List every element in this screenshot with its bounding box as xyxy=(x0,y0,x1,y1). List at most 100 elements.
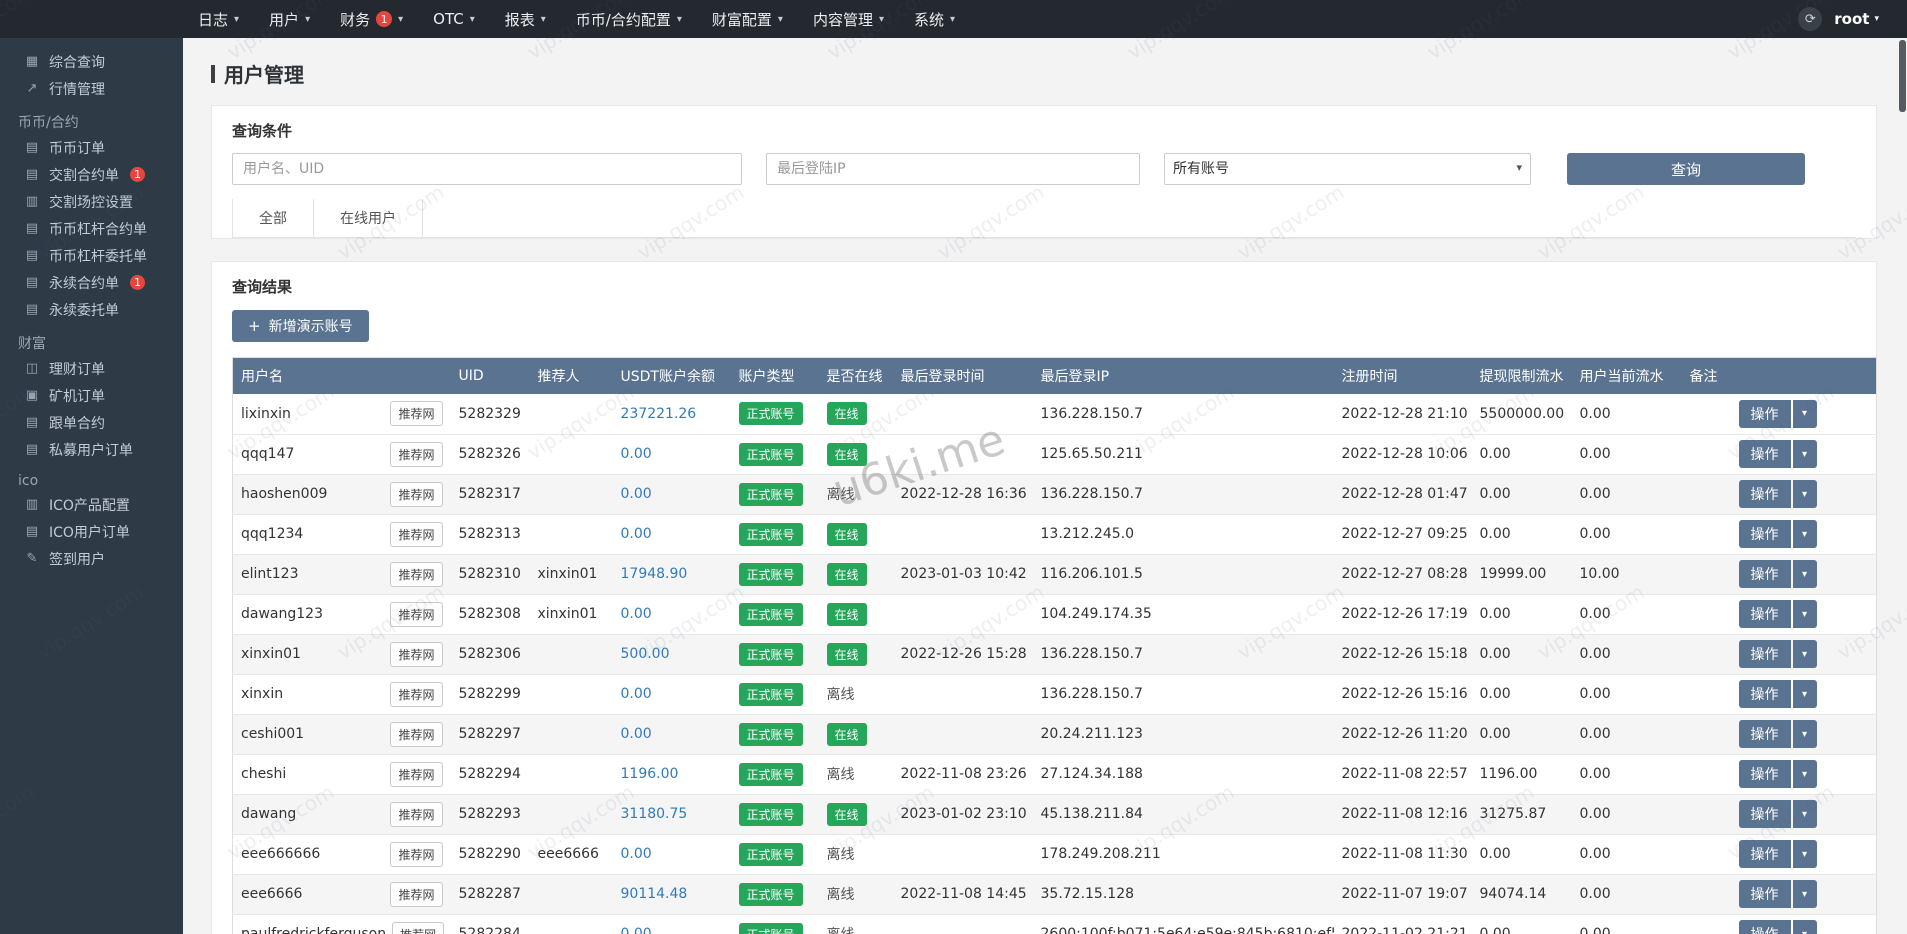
action-dropdown-button[interactable]: ▾ xyxy=(1792,920,1817,934)
account-type-select[interactable]: 所有账号 xyxy=(1164,153,1531,185)
filter-tab-all[interactable]: 全部 xyxy=(232,199,313,237)
nav-item-finance[interactable]: 财务 1 ▾ xyxy=(325,0,418,38)
action-button[interactable]: 操作 xyxy=(1738,399,1791,428)
action-dropdown-button[interactable]: ▾ xyxy=(1792,880,1817,908)
referral-badge-button[interactable]: 推荐网 xyxy=(390,521,443,547)
referral-badge-button[interactable]: 推荐网 xyxy=(390,481,443,507)
action-dropdown-button[interactable]: ▾ xyxy=(1792,800,1817,828)
action-button[interactable]: 操作 xyxy=(1738,440,1791,468)
action-dropdown-button[interactable]: ▾ xyxy=(1792,640,1817,668)
action-button[interactable]: 操作 xyxy=(1738,560,1791,588)
referral-badge-button[interactable]: 推荐网 xyxy=(390,401,443,427)
nav-item-users[interactable]: 用户 ▾ xyxy=(254,0,325,38)
action-button[interactable]: 操作 xyxy=(1738,520,1791,548)
sidebar-item-leverage-entrust-orders[interactable]: ▤ 币币杠杆委托单 xyxy=(0,242,183,269)
usdt-balance-link[interactable]: 0.00 xyxy=(621,726,652,742)
sidebar-item-delivery-contract-orders[interactable]: ▤ 交割合约单 1 xyxy=(0,161,183,188)
usdt-balance-link[interactable]: 0.00 xyxy=(621,486,652,502)
refresh-icon: ⟳ xyxy=(1804,11,1816,27)
table-row: xinxin 推荐网 5282299 0.00 正式账号 离线 136.228.… xyxy=(232,674,1877,715)
action-button[interactable]: 操作 xyxy=(1738,640,1791,668)
nav-item-system[interactable]: 系统 ▾ xyxy=(899,0,970,38)
action-button[interactable]: 操作 xyxy=(1738,920,1791,934)
action-dropdown-button[interactable]: ▾ xyxy=(1792,399,1817,428)
action-dropdown-button[interactable]: ▾ xyxy=(1792,760,1817,788)
nav-item-content-management[interactable]: 内容管理 ▾ xyxy=(798,0,899,38)
sidebar-item-miner-orders[interactable]: ▣ 矿机订单 xyxy=(0,382,183,409)
usdt-balance-link[interactable]: 500.00 xyxy=(621,646,670,662)
action-button[interactable]: 操作 xyxy=(1738,480,1791,508)
usdt-balance-link[interactable]: 31180.75 xyxy=(621,806,688,822)
usdt-balance-link[interactable]: 1196.00 xyxy=(621,766,679,782)
usdt-balance-link[interactable]: 0.00 xyxy=(621,526,652,542)
usdt-balance-link[interactable]: 0.00 xyxy=(621,846,652,862)
usdt-balance-link[interactable]: 0.00 xyxy=(621,926,652,934)
action-button[interactable]: 操作 xyxy=(1738,880,1791,908)
username-input[interactable] xyxy=(232,153,742,185)
action-dropdown-button[interactable]: ▾ xyxy=(1792,720,1817,748)
filter-tab-online[interactable]: 在线用户 xyxy=(313,199,423,237)
sidebar-item-leverage-contract-orders[interactable]: ▤ 币币杠杆合约单 xyxy=(0,215,183,242)
referral-badge-button[interactable]: 推荐网 xyxy=(390,681,443,707)
nav-item-reports[interactable]: 报表 ▾ xyxy=(490,0,561,38)
action-button[interactable]: 操作 xyxy=(1738,800,1791,828)
action-button[interactable]: 操作 xyxy=(1738,680,1791,708)
sidebar-item-checkin-users[interactable]: ✎ 签到用户 xyxy=(0,545,183,572)
action-dropdown-button[interactable]: ▾ xyxy=(1792,480,1817,508)
action-dropdown-button[interactable]: ▾ xyxy=(1792,520,1817,548)
usdt-balance-link[interactable]: 0.00 xyxy=(621,686,652,702)
referral-badge-button[interactable]: 推荐网 xyxy=(390,721,443,747)
action-button[interactable]: 操作 xyxy=(1738,760,1791,788)
referral-badge-button[interactable]: 推荐网 xyxy=(390,801,443,827)
referral-badge-button[interactable]: 推荐网 xyxy=(390,761,443,787)
usdt-balance-link[interactable]: 0.00 xyxy=(621,606,652,622)
sidebar-item-ico-user-orders[interactable]: ▤ ICO用户订单 xyxy=(0,518,183,545)
referrer xyxy=(529,674,613,715)
nav-item-otc[interactable]: OTC ▾ xyxy=(418,0,490,38)
refresh-button[interactable]: ⟳ xyxy=(1798,7,1823,31)
scrollbar-thumb[interactable] xyxy=(1899,40,1906,112)
sidebar-item-perpetual-entrust-orders[interactable]: ▤ 永续委托单 xyxy=(0,296,183,323)
usdt-balance-link[interactable]: 90114.48 xyxy=(621,886,688,902)
add-demo-account-button[interactable]: + 新增演示账号 xyxy=(232,310,369,342)
referral-badge-button[interactable]: 推荐网 xyxy=(390,441,443,467)
action-button[interactable]: 操作 xyxy=(1738,720,1791,748)
sidebar-item-finance-orders[interactable]: ◫ 理财订单 xyxy=(0,355,183,382)
referral-badge-button[interactable]: 推荐网 xyxy=(392,921,445,934)
nav-item-coin-contract-config[interactable]: 币币/合约配置 ▾ xyxy=(561,0,697,38)
sidebar-item-coin-orders[interactable]: ▤ 币币订单 xyxy=(0,134,183,161)
sidebar-item-copy-trade-contract[interactable]: ▤ 跟单合约 xyxy=(0,409,183,436)
usdt-balance-link[interactable]: 17948.90 xyxy=(621,566,688,582)
action-dropdown-button[interactable]: ▾ xyxy=(1792,600,1817,628)
sidebar-item-ico-product-config[interactable]: ▥ ICO产品配置 xyxy=(0,491,183,518)
action-dropdown-button[interactable]: ▾ xyxy=(1792,440,1817,468)
sidebar-item-perpetual-contract-orders[interactable]: ▤ 永续合约单 1 xyxy=(0,269,183,296)
sidebar-item-overview-query[interactable]: ▦ 综合查询 xyxy=(0,48,183,75)
online-status-badge: 在线 xyxy=(826,402,867,426)
sidebar-item-delivery-control-settings[interactable]: ▥ 交割场控设置 xyxy=(0,188,183,215)
referral-badge-button[interactable]: 推荐网 xyxy=(390,841,443,867)
search-button[interactable]: 查询 xyxy=(1567,153,1805,185)
sidebar-item-market-management[interactable]: ↗ 行情管理 xyxy=(0,75,183,102)
referral-badge-button[interactable]: 推荐网 xyxy=(390,641,443,667)
referral-badge-button[interactable]: 推荐网 xyxy=(390,561,443,587)
sidebar-item-private-fund-orders[interactable]: ▤ 私募用户订单 xyxy=(0,436,183,463)
uid: 5282308 xyxy=(450,594,530,635)
action-dropdown-button[interactable]: ▾ xyxy=(1792,840,1817,868)
referrer xyxy=(529,754,613,795)
nav-item-wealth-config[interactable]: 财富配置 ▾ xyxy=(697,0,798,38)
nav-item-logs[interactable]: 日志 ▾ xyxy=(183,0,254,38)
usdt-balance-link[interactable]: 0.00 xyxy=(621,446,652,462)
usdt-balance-link[interactable]: 237221.26 xyxy=(621,406,697,422)
withdraw-limit-flow: 0.00 xyxy=(1471,634,1572,675)
action-button[interactable]: 操作 xyxy=(1738,600,1791,628)
last-login-ip-input[interactable] xyxy=(766,153,1140,185)
last-login-time: 2023-01-02 23:10 xyxy=(892,794,1033,835)
action-dropdown-button[interactable]: ▾ xyxy=(1792,560,1817,588)
action-button[interactable]: 操作 xyxy=(1738,840,1791,868)
action-dropdown-button[interactable]: ▾ xyxy=(1792,680,1817,708)
referral-badge-button[interactable]: 推荐网 xyxy=(390,601,443,627)
referral-badge-button[interactable]: 推荐网 xyxy=(390,881,443,907)
user-menu[interactable]: root ▾ xyxy=(1834,10,1879,28)
ico-config-icon: ▥ xyxy=(25,497,39,512)
